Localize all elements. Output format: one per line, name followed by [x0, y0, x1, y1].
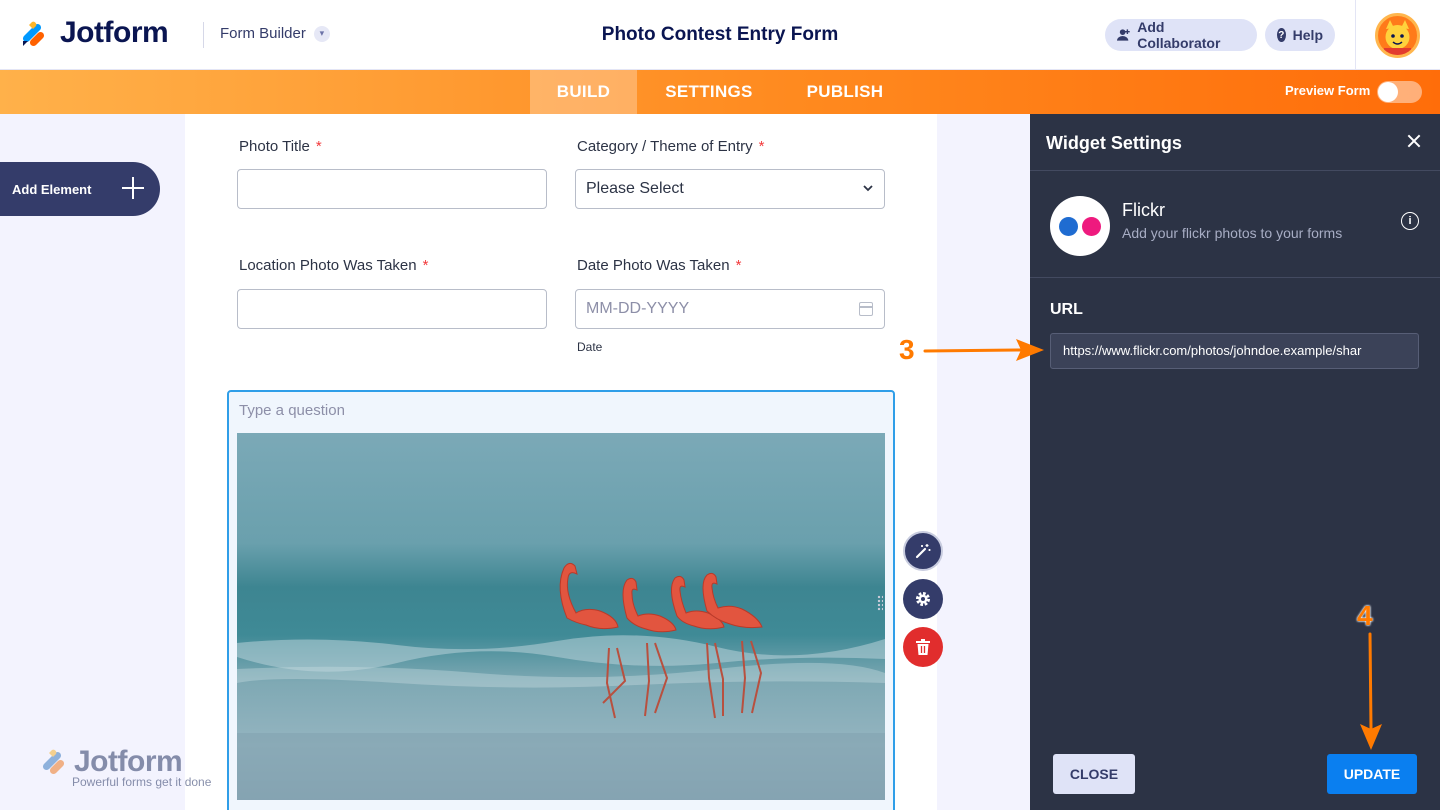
required-asterisk: *	[315, 138, 322, 155]
step-4-marker: 4	[1357, 600, 1373, 631]
jotform-watermark: Jotform Powerful forms get it done	[38, 745, 211, 789]
step-3-marker: 3	[899, 334, 915, 365]
update-button[interactable]: UPDATE	[1327, 754, 1417, 794]
avatar-face-icon	[1384, 20, 1411, 55]
photo-title-input[interactable]	[237, 169, 547, 209]
widget-question-input[interactable]: Type a question	[239, 402, 345, 419]
photo-title-label-text: Photo Title	[239, 138, 310, 155]
flickr-pink-dot	[1082, 217, 1101, 236]
panel-title: Widget Settings	[1046, 133, 1182, 153]
tab-publish[interactable]: PUBLISH	[792, 70, 898, 114]
toggle-knob	[1378, 82, 1398, 102]
add-user-icon	[1117, 29, 1130, 41]
widget-name: Flickr	[1122, 200, 1165, 220]
date-input[interactable]: MM-DD-YYYY	[575, 289, 885, 329]
chevron-down-icon: ▾	[313, 25, 330, 42]
preview-form-label: Preview Form	[1285, 83, 1371, 98]
add-collaborator-label: Add Collaborator	[1137, 19, 1221, 51]
trash-icon	[916, 639, 930, 655]
required-asterisk: *	[735, 257, 742, 274]
url-input[interactable]: https://www.flickr.com/photos/johndoe.ex…	[1050, 333, 1419, 369]
jotform-logo-icon	[22, 21, 45, 47]
preview-form-toggle[interactable]	[1377, 81, 1422, 103]
location-label-text: Location Photo Was Taken	[239, 257, 417, 274]
required-asterisk: *	[422, 257, 429, 274]
date-placeholder: MM-DD-YYYY	[586, 300, 690, 317]
form-builder-label: Form Builder	[220, 25, 306, 42]
tab-settings[interactable]: SETTINGS	[647, 70, 771, 114]
required-asterisk: *	[758, 138, 765, 155]
watermark-tagline: Powerful forms get it done	[72, 775, 212, 789]
category-selected-value: Please Select	[586, 180, 684, 197]
category-select[interactable]: Please Select	[575, 169, 885, 209]
date-label: Date Photo Was Taken *	[577, 257, 741, 274]
help-button[interactable]: ? Help	[1265, 19, 1335, 51]
chevron-down-icon	[863, 185, 873, 192]
brand-name: Jotform	[60, 16, 169, 49]
arrow-to-url-input	[923, 339, 1044, 361]
add-element-button[interactable]: Add Element	[0, 162, 160, 216]
info-icon[interactable]: i	[1401, 212, 1419, 230]
widget-description: Add your flickr photos to your forms	[1122, 225, 1343, 241]
top-header: Jotform Form Builder ▾ Photo Contest Ent…	[0, 0, 1440, 70]
delete-button[interactable]	[903, 627, 943, 667]
photo-title-label: Photo Title *	[239, 138, 322, 155]
category-label: Category / Theme of Entry *	[577, 138, 764, 155]
flickr-logo-icon	[1050, 196, 1110, 256]
add-collaborator-button[interactable]: Add Collaborator	[1105, 19, 1257, 51]
header-divider	[203, 22, 204, 48]
url-label: URL	[1050, 301, 1083, 318]
flickr-photo-preview	[237, 433, 885, 800]
drag-handle[interactable]	[877, 595, 883, 611]
panel-divider	[1030, 170, 1440, 171]
panel-divider	[1030, 277, 1440, 278]
jotform-logo-icon	[42, 749, 65, 775]
gear-icon	[916, 592, 930, 606]
close-icon[interactable]	[1404, 131, 1424, 151]
help-icon: ?	[1277, 28, 1286, 42]
wand-button[interactable]	[903, 531, 943, 571]
date-sublabel: Date	[577, 340, 603, 354]
header-divider-right	[1355, 0, 1356, 70]
plus-icon	[122, 177, 144, 199]
watermark-brand: Jotform	[74, 745, 183, 778]
add-element-label: Add Element	[12, 181, 92, 197]
flickr-blue-dot	[1059, 217, 1078, 236]
jotform-logo[interactable]: Jotform	[18, 16, 169, 50]
date-label-text: Date Photo Was Taken	[577, 257, 730, 274]
flamingos-photo	[237, 433, 885, 800]
widget-settings-button[interactable]	[903, 579, 943, 619]
form-builder-dropdown[interactable]: Form Builder ▾	[220, 25, 330, 42]
magic-wand-icon	[915, 544, 931, 559]
category-label-text: Category / Theme of Entry	[577, 138, 753, 155]
help-label: Help	[1292, 27, 1323, 43]
close-button[interactable]: CLOSE	[1053, 754, 1135, 794]
user-avatar[interactable]	[1375, 13, 1420, 58]
location-label: Location Photo Was Taken *	[239, 257, 428, 274]
calendar-icon[interactable]	[859, 302, 873, 316]
location-input[interactable]	[237, 289, 547, 329]
builder-nav: BUILD SETTINGS PUBLISH Preview Form	[0, 70, 1440, 114]
tab-build[interactable]: BUILD	[530, 70, 637, 114]
